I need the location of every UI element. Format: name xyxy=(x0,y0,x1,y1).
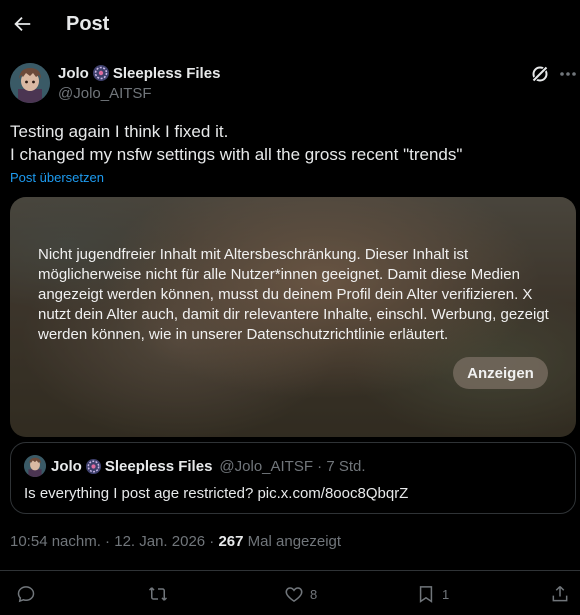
quoted-author-name-part1: Jolo xyxy=(51,458,82,475)
media-sensitive-content[interactable]: Nicht jugendfreier Inhalt mit Altersbesc… xyxy=(10,197,576,437)
sensitive-content-warning: Nicht jugendfreier Inhalt mit Altersbesc… xyxy=(38,246,549,343)
quoted-post-header: Jolo Sleepless Files @Jolo_AITSF · 7 Std… xyxy=(51,458,366,475)
reply-icon xyxy=(17,586,35,603)
emblem-icon xyxy=(92,65,109,81)
more-button[interactable] xyxy=(558,64,578,84)
avatar[interactable] xyxy=(10,63,50,103)
post-text-line: I changed my nsfw settings with all the … xyxy=(10,145,463,164)
reply-button[interactable] xyxy=(16,582,42,606)
bookmark-button[interactable]: 1 xyxy=(416,582,449,606)
post-text-line: Testing again I think I fixed it. xyxy=(10,122,229,141)
post-text: Testing again I think I fixed it. I chan… xyxy=(10,120,575,166)
author-name-part2: Sleepless Files xyxy=(112,64,221,82)
avatar-image xyxy=(24,455,46,477)
post-meta: 10:54 nachm. · 12. Jan. 2026 · 267 Mal a… xyxy=(10,533,341,550)
author-name[interactable]: Jolo Sleepless Files xyxy=(58,64,220,82)
grok-button[interactable] xyxy=(530,64,550,84)
grok-icon xyxy=(531,65,549,83)
translate-post-link[interactable]: Post übersetzen xyxy=(10,170,104,185)
repost-icon xyxy=(148,587,168,601)
quoted-post[interactable]: Jolo Sleepless Files @Jolo_AITSF · 7 Std… xyxy=(10,442,576,514)
author-name-part1: Jolo xyxy=(58,64,89,82)
emblem-icon xyxy=(85,458,101,475)
post-timestamp[interactable]: 10:54 nachm. · 12. Jan. 2026 · xyxy=(10,533,218,550)
like-count: 8 xyxy=(310,586,318,602)
quoted-author-meta: @Jolo_AITSF · 7 Std. xyxy=(219,458,366,475)
back-button[interactable] xyxy=(8,10,36,38)
divider xyxy=(0,570,580,571)
author-handle[interactable]: @Jolo_AITSF xyxy=(58,85,152,102)
heart-icon xyxy=(285,587,303,602)
bookmark-count: 1 xyxy=(442,586,450,602)
views-count: 267 xyxy=(218,533,244,550)
arrow-left-icon xyxy=(14,16,31,32)
quoted-post-text: Is everything I post age restricted? pic… xyxy=(24,485,409,502)
share-button[interactable] xyxy=(550,582,570,606)
views-label: Mal angezeigt xyxy=(243,533,342,550)
bookmark-icon xyxy=(419,586,433,603)
like-button[interactable]: 8 xyxy=(284,582,317,606)
avatar-image xyxy=(10,63,50,103)
show-media-button[interactable]: Anzeigen xyxy=(453,357,548,389)
quoted-avatar xyxy=(24,455,46,477)
share-icon xyxy=(552,585,568,602)
repost-button[interactable] xyxy=(148,582,174,606)
more-icon xyxy=(560,72,576,76)
quoted-author-name-part2: Sleepless Files xyxy=(104,458,213,475)
page-title: Post xyxy=(66,13,110,35)
